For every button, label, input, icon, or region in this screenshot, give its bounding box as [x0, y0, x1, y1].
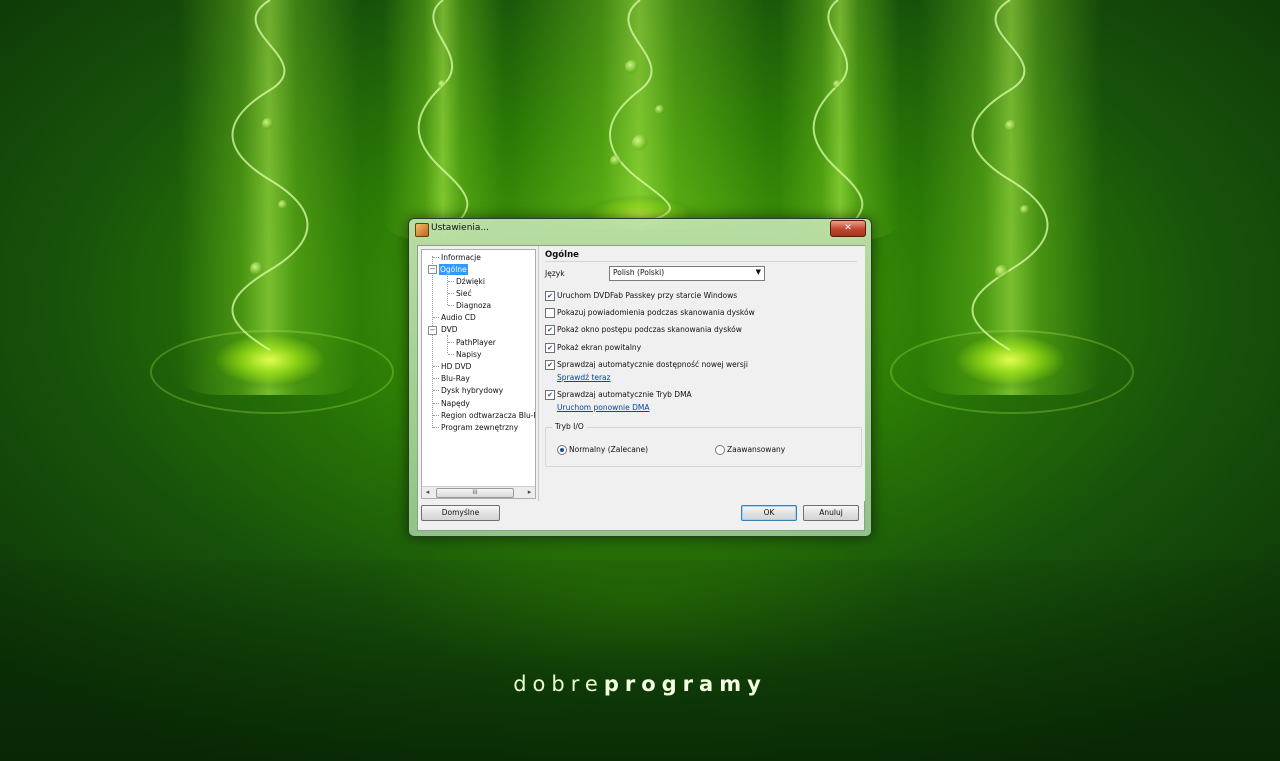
- tree-item-diagnoza[interactable]: Diagnoza: [455, 300, 492, 311]
- close-button[interactable]: ✕: [830, 220, 866, 237]
- brand-logo-light: dobre: [513, 672, 604, 696]
- tree-line: [448, 281, 454, 282]
- general-settings-panel: Ogólne Język Polish (Polski) ▼ ✔ Uruchom…: [538, 246, 865, 501]
- radio-advanced-label: Zaawansowany: [727, 445, 786, 454]
- language-value: Polish (Polski): [613, 268, 665, 277]
- scroll-right-icon[interactable]: ▸: [525, 488, 534, 497]
- tree-item-region-odtwarzacza[interactable]: Region odtwarzacza Blu-R: [440, 410, 535, 421]
- tree-line: [433, 390, 439, 391]
- tree-item-napedy[interactable]: Napędy: [440, 398, 471, 409]
- defaults-button[interactable]: Domyślne: [421, 505, 500, 521]
- bubble: [438, 80, 447, 89]
- tree-item-program-zewnetrzny[interactable]: Program zewnętrzny: [440, 422, 519, 433]
- scroll-left-icon[interactable]: ◂: [423, 488, 432, 497]
- tree-item-pathplayer[interactable]: PathPlayer: [455, 337, 497, 348]
- tree-line: [448, 342, 454, 343]
- radio-normal-label: Normalny (Zalecane): [569, 445, 649, 454]
- collapse-icon[interactable]: −: [428, 326, 437, 335]
- checkbox-check-dma-label: Sprawdzaj automatycznie Tryb DMA: [557, 390, 692, 399]
- checkbox-startup-label: Uruchom DVDFab Passkey przy starcie Wind…: [557, 291, 738, 300]
- tree-item-blu-ray[interactable]: Blu-Ray: [440, 373, 471, 384]
- tree-item-ogolne[interactable]: Ogólne: [439, 264, 468, 275]
- checkbox-splash-screen[interactable]: ✔: [545, 343, 555, 353]
- bubble: [833, 80, 842, 89]
- bubble: [625, 60, 639, 74]
- radio-advanced[interactable]: [715, 445, 725, 455]
- tree-item-hd-dvd[interactable]: HD DVD: [440, 361, 472, 372]
- tree-item-dvd[interactable]: DVD: [440, 324, 459, 335]
- io-mode-group: Tryb I/O Normalny (Zalecane) Zaawansowan…: [545, 422, 862, 467]
- check-now-link[interactable]: Sprawdź teraz: [557, 373, 611, 382]
- settings-dialog: Ustawienia... ✕ − − Informacje Ogólne Dź…: [408, 218, 872, 537]
- tree-line: [433, 415, 439, 416]
- tree-line: [433, 257, 439, 258]
- tree-line: [433, 427, 439, 428]
- checkbox-progress-window-label: Pokaż okno postępu podczas skanowania dy…: [557, 325, 742, 334]
- tree-line: [448, 305, 454, 306]
- bubble: [1020, 205, 1030, 215]
- section-title: Ogólne: [545, 250, 579, 260]
- tree-horizontal-scrollbar[interactable]: ◂ III ▸: [422, 486, 535, 498]
- bubble: [655, 105, 665, 115]
- tree-line: [433, 317, 439, 318]
- section-divider: [545, 261, 857, 262]
- settings-tree[interactable]: − − Informacje Ogólne Dźwięki Sieć Diagn…: [421, 249, 536, 499]
- bubble: [610, 155, 622, 167]
- window-title: Ustawienia...: [431, 223, 490, 233]
- tree-line: [433, 403, 439, 404]
- bubble: [995, 265, 1009, 279]
- checkbox-check-updates-label: Sprawdzaj automatycznie dostępność nowej…: [557, 360, 748, 369]
- tree-item-informacje[interactable]: Informacje: [440, 252, 482, 263]
- bubble: [632, 135, 648, 151]
- tree-line: [448, 354, 454, 355]
- checkbox-startup[interactable]: ✔: [545, 291, 555, 301]
- checkbox-splash-screen-label: Pokaż ekran powitalny: [557, 343, 642, 352]
- tree-line: [447, 335, 448, 353]
- tree-item-dysk-hybrydowy[interactable]: Dysk hybrydowy: [440, 385, 504, 396]
- title-bar[interactable]: Ustawienia... ✕: [409, 219, 871, 241]
- checkbox-check-dma[interactable]: ✔: [545, 390, 555, 400]
- floor-shade: [0, 560, 1280, 761]
- checkbox-scan-notifications-label: Pokazuj powiadomienia podczas skanowania…: [557, 308, 755, 317]
- tree-line: [433, 378, 439, 379]
- brand-logo: dobreprogramy: [0, 672, 1280, 696]
- checkbox-check-updates[interactable]: ✔: [545, 360, 555, 370]
- tree-line: [448, 293, 454, 294]
- collapse-icon[interactable]: −: [428, 265, 437, 274]
- dialog-client-area: − − Informacje Ogólne Dźwięki Sieć Diagn…: [417, 245, 865, 531]
- bubble: [262, 118, 274, 130]
- checkbox-progress-window[interactable]: ✔: [545, 325, 555, 335]
- tree-line: [447, 274, 448, 305]
- io-mode-title: Tryb I/O: [552, 422, 587, 431]
- bubble: [250, 262, 264, 276]
- tree-item-siec[interactable]: Sieć: [455, 288, 473, 299]
- tree-item-audio-cd[interactable]: Audio CD: [440, 312, 477, 323]
- dropdown-arrow-icon: ▼: [755, 268, 761, 276]
- checkbox-scan-notifications[interactable]: [545, 308, 555, 318]
- tree-item-dzwieki[interactable]: Dźwięki: [455, 276, 486, 287]
- tree-line: [433, 366, 439, 367]
- language-dropdown[interactable]: Polish (Polski) ▼: [609, 266, 765, 281]
- brand-logo-bold: programy: [603, 672, 767, 696]
- scroll-thumb[interactable]: III: [436, 488, 514, 498]
- cancel-button[interactable]: Anuluj: [803, 505, 859, 521]
- app-icon: [415, 223, 429, 237]
- language-label: Język: [545, 269, 565, 278]
- radio-normal[interactable]: [557, 445, 567, 455]
- bubble: [278, 200, 288, 210]
- tree-item-napisy[interactable]: Napisy: [455, 349, 482, 360]
- ok-button[interactable]: OK: [741, 505, 797, 521]
- bubble: [1005, 120, 1017, 132]
- restart-dma-link[interactable]: Uruchom ponownie DMA: [557, 403, 650, 412]
